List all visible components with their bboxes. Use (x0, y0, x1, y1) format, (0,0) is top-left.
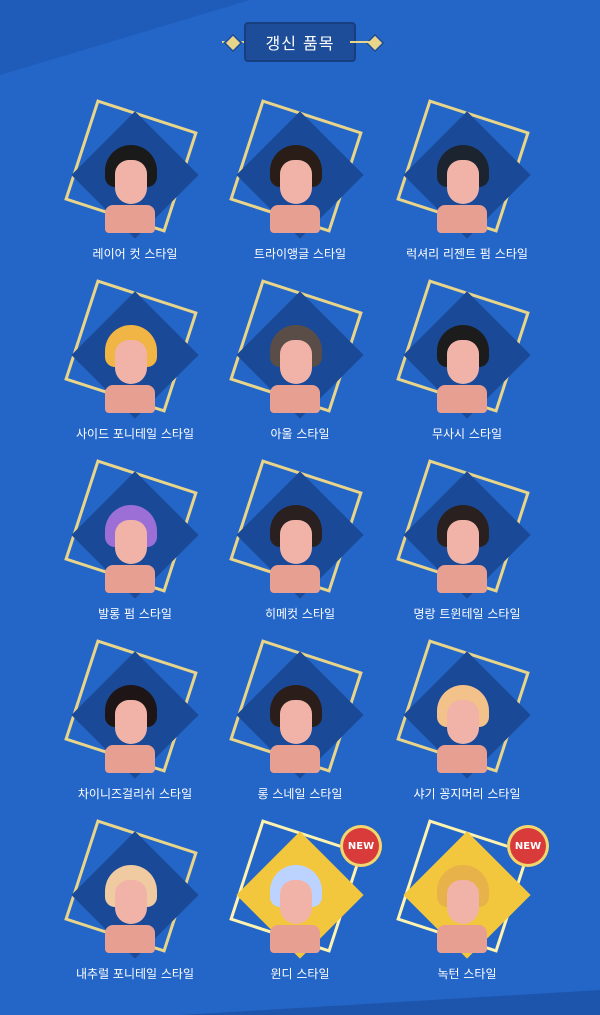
hairstyle-item[interactable]: 내추럴 포니테일 스타일 (50, 819, 230, 1000)
mannequin-bust (437, 385, 487, 413)
mannequin-face (115, 520, 147, 564)
item-label: 명랑 트윈테일 스타일 (413, 607, 521, 621)
mannequin-face (115, 160, 147, 204)
item-label: 롱 스네일 스타일 (257, 787, 343, 801)
hairstyle-item[interactable]: 럭셔리 리젠트 펌 스타일 (382, 99, 562, 280)
mannequin-bust (270, 205, 320, 233)
hairstyle-item[interactable]: 트라이앵글 스타일 (215, 99, 395, 280)
item-label: 아울 스타일 (270, 427, 330, 441)
item-label: 럭셔리 리젠트 펌 스타일 (406, 247, 528, 261)
item-label: 내추럴 포니테일 스타일 (75, 967, 195, 981)
hairstyle-item[interactable]: 녹턴 스타일 NEW (382, 819, 562, 1000)
mannequin-face (447, 880, 479, 924)
hairstyle-item[interactable]: 사이드 포니테일 스타일 (50, 279, 230, 460)
hairstyle-item[interactable]: 히메컷 스타일 (215, 459, 395, 640)
item-label: 차이니즈걸리쉬 스타일 (77, 787, 193, 801)
mannequin-face (447, 700, 479, 744)
item-label: 녹턴 스타일 (437, 967, 497, 981)
hairstyle-item[interactable]: 레이어 컷 스타일 (50, 99, 230, 280)
mannequin-bust (105, 745, 155, 773)
mannequin-bust (270, 745, 320, 773)
hairstyle-item[interactable]: 명랑 트윈테일 스타일 (382, 459, 562, 640)
mannequin-face (115, 880, 147, 924)
mannequin-face (115, 700, 147, 744)
mannequin-bust (437, 925, 487, 953)
mannequin-bust (105, 565, 155, 593)
mannequin-bust (270, 565, 320, 593)
mannequin-bust (270, 385, 320, 413)
hairstyle-item[interactable]: 차이니즈걸리쉬 스타일 (50, 639, 230, 820)
item-label: 히메컷 스타일 (264, 607, 336, 621)
hairstyle-item[interactable]: 무사시 스타일 (382, 279, 562, 460)
item-label: 사이드 포니테일 스타일 (75, 427, 195, 441)
hairstyle-item[interactable]: 발롱 펌 스타일 (50, 459, 230, 640)
hairstyle-grid: 레이어 컷 스타일 트라이앵글 스타일 럭셔리 리젠트 펌 스타일사이드 포니테일 … (0, 0, 600, 1015)
item-label: 무사시 스타일 (431, 427, 503, 441)
mannequin-face (280, 700, 312, 744)
item-label: 레이어 컷 스타일 (92, 247, 178, 261)
mannequin-face (115, 340, 147, 384)
hairstyle-item[interactable]: 롱 스네일 스타일 (215, 639, 395, 820)
hairstyle-item[interactable]: 아울 스타일 (215, 279, 395, 460)
mannequin-face (447, 160, 479, 204)
hairstyle-item[interactable]: 샤기 꽁지머리 스타일 (382, 639, 562, 820)
mannequin-bust (105, 385, 155, 413)
hairstyle-item[interactable]: 윈디 스타일 NEW (215, 819, 395, 1000)
mannequin-bust (437, 565, 487, 593)
item-label: 발롱 펌 스타일 (98, 607, 172, 621)
mannequin-face (280, 340, 312, 384)
mannequin-bust (437, 205, 487, 233)
item-label: 샤기 꽁지머리 스타일 (413, 787, 521, 801)
mannequin-bust (105, 205, 155, 233)
mannequin-face (447, 520, 479, 564)
new-badge: NEW (340, 825, 382, 867)
mannequin-bust (437, 745, 487, 773)
mannequin-face (280, 880, 312, 924)
item-label: 트라이앵글 스타일 (253, 247, 347, 261)
mannequin-face (280, 520, 312, 564)
new-badge: NEW (507, 825, 549, 867)
mannequin-face (447, 340, 479, 384)
mannequin-bust (270, 925, 320, 953)
mannequin-bust (105, 925, 155, 953)
mannequin-face (280, 160, 312, 204)
item-label: 윈디 스타일 (270, 967, 330, 981)
